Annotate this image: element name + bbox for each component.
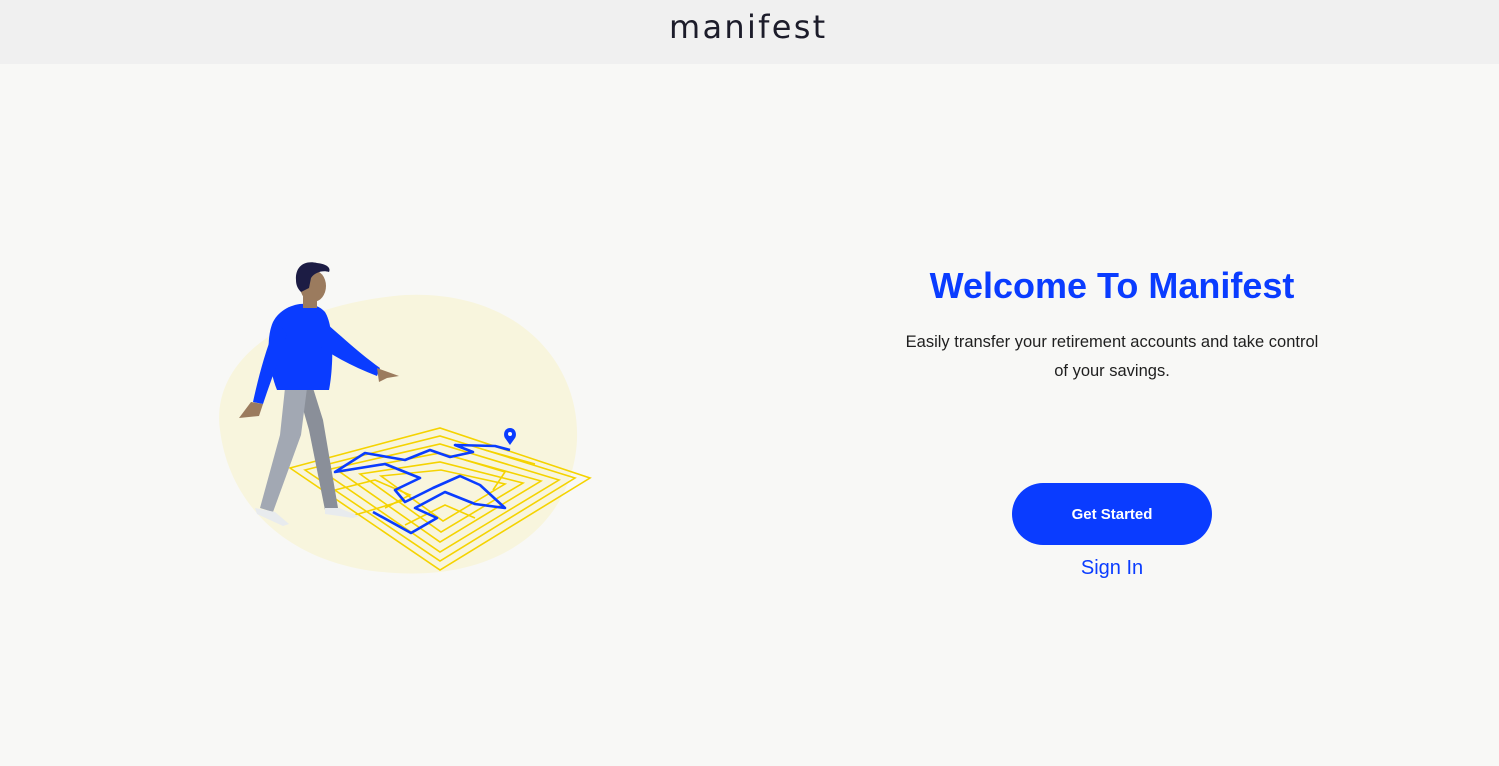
welcome-subtitle: Easily transfer your retirement accounts… xyxy=(905,333,1319,380)
sign-in-link[interactable]: Sign In xyxy=(1012,555,1212,581)
manifest-logo[interactable]: manifest xyxy=(669,7,839,47)
get-started-button[interactable]: Get Started xyxy=(1012,483,1212,545)
top-header: manifest xyxy=(0,0,1499,64)
logo-text: manifest xyxy=(669,8,828,46)
person-walking-maze-illustration xyxy=(205,250,605,590)
welcome-title: Welcome To Manifest xyxy=(929,265,1295,306)
